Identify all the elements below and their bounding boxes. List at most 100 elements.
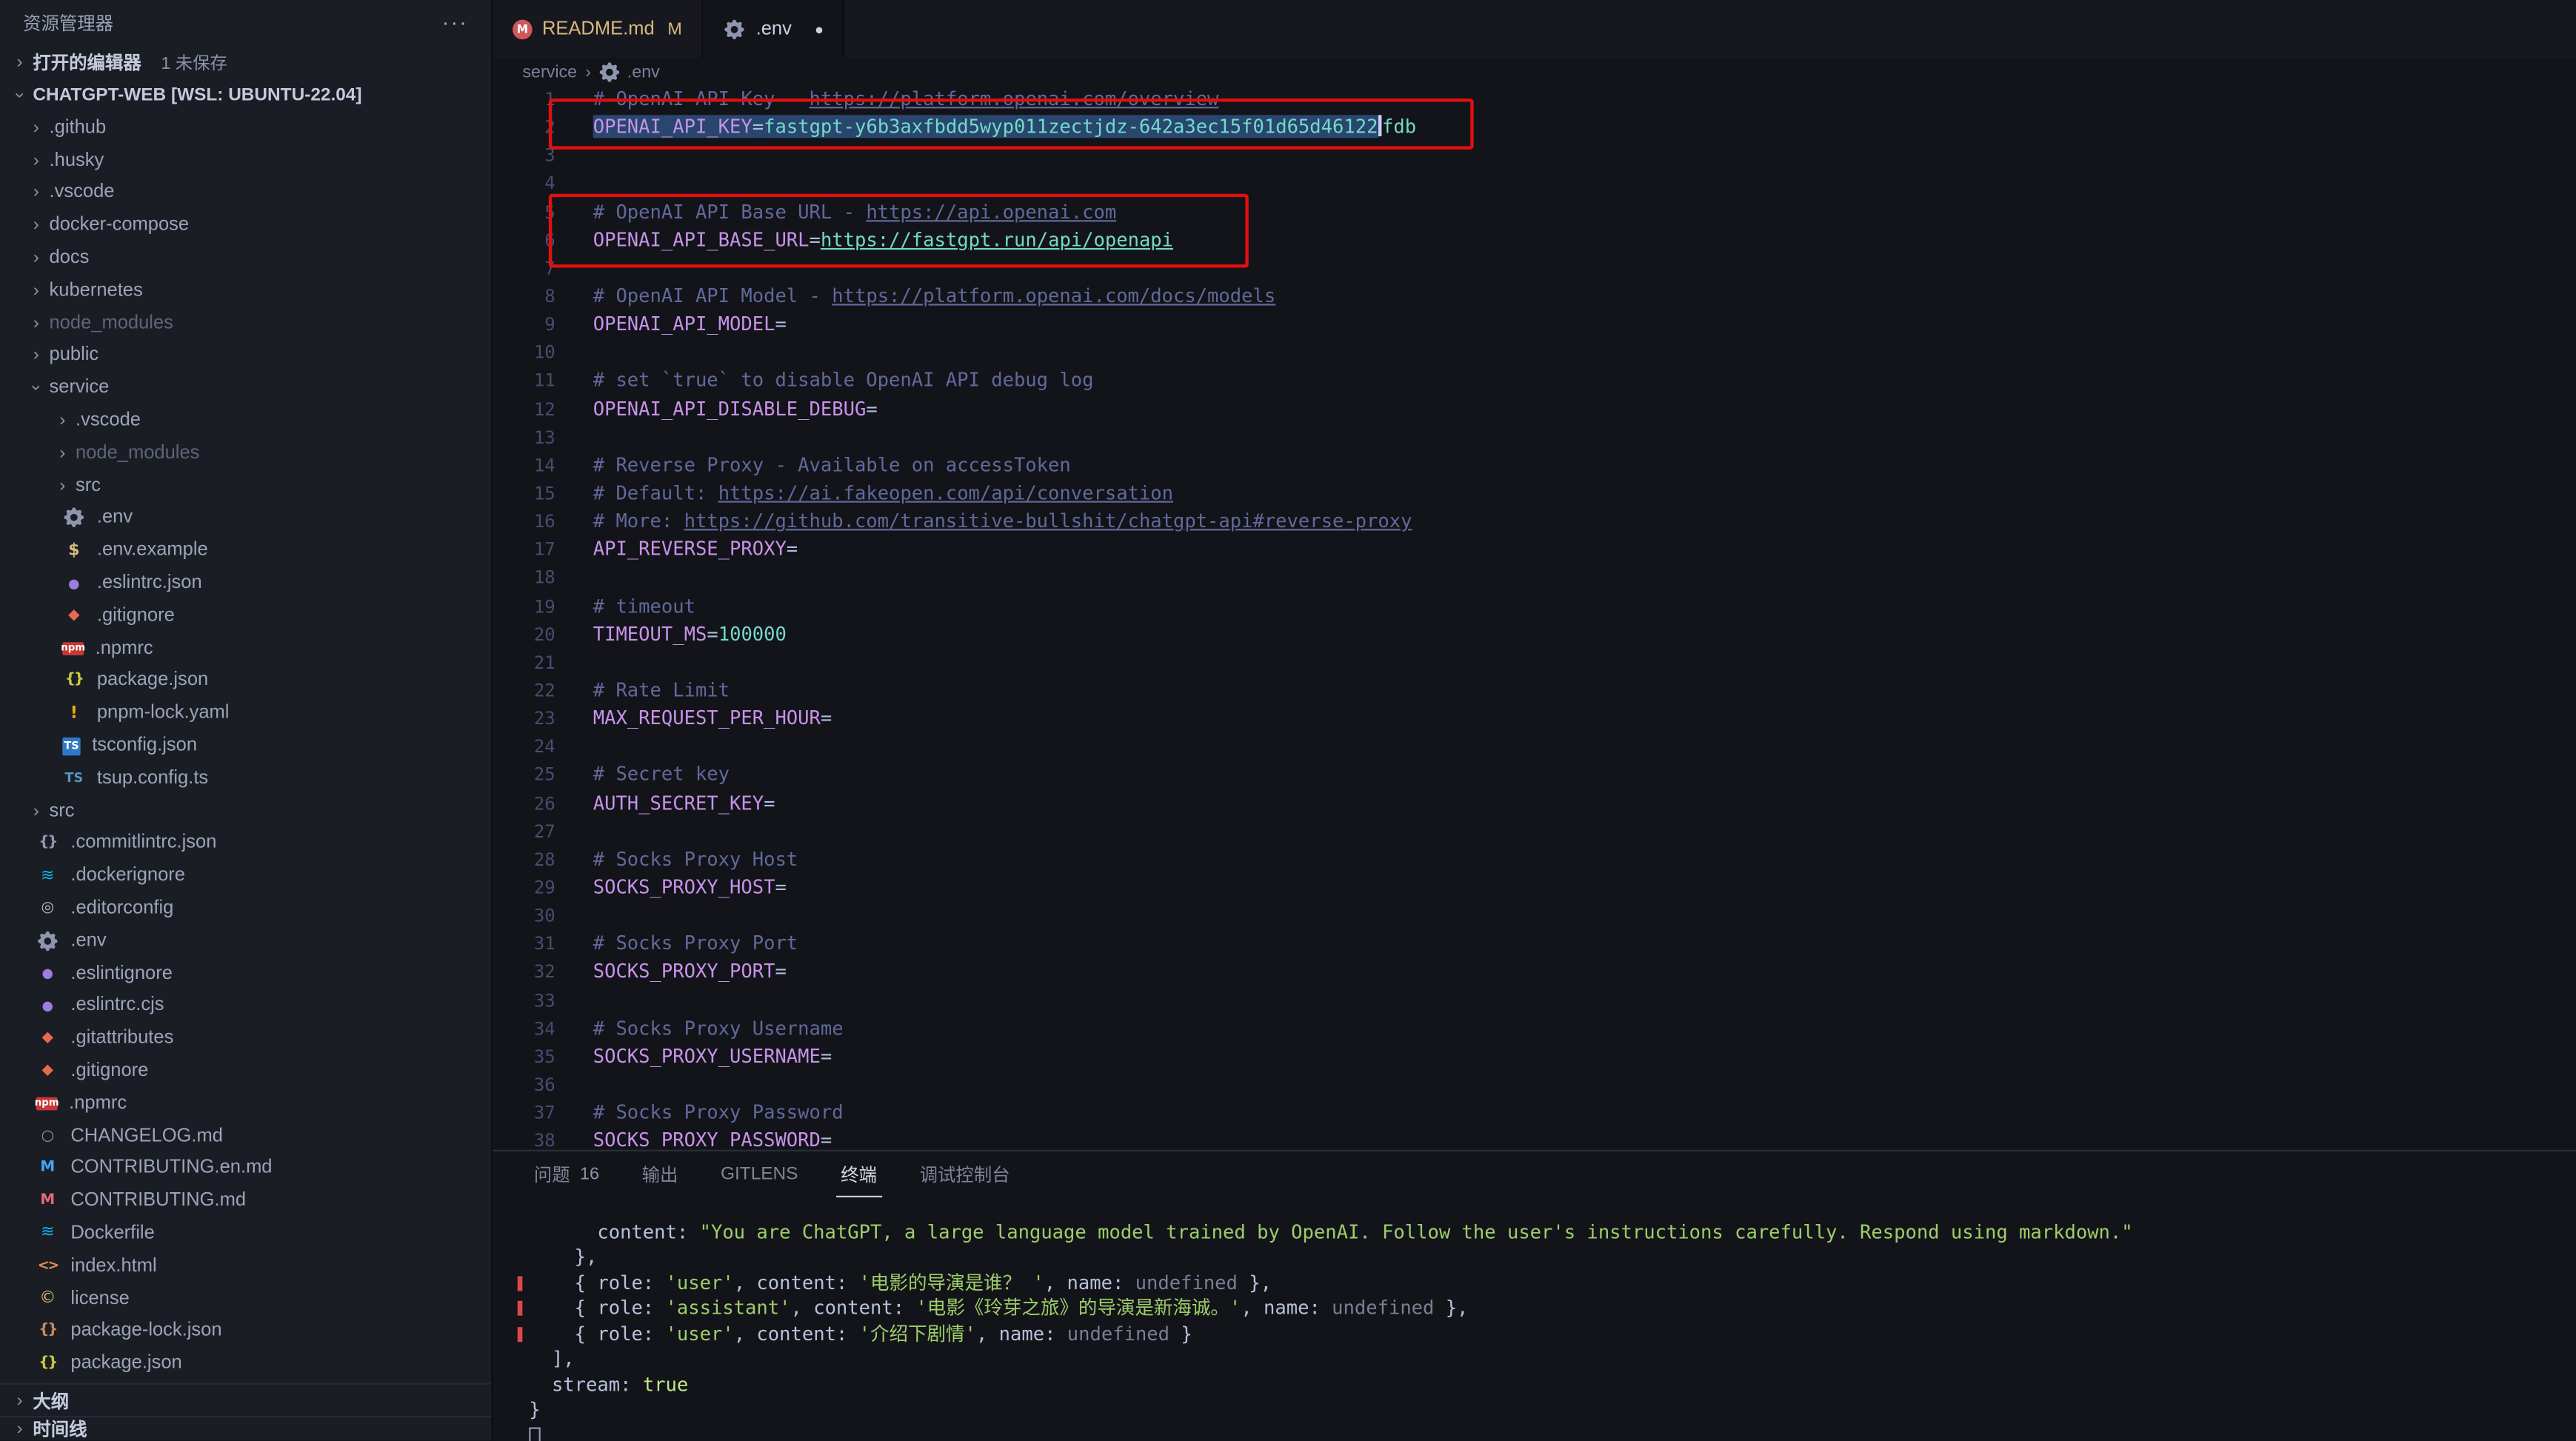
git-icon: ◆ (36, 1060, 59, 1083)
unsaved-dot-icon[interactable]: ● (815, 21, 824, 37)
open-editors-section[interactable]: › 打开的编辑器 1 未保存 (0, 46, 491, 78)
chevron-right-icon: › (26, 215, 46, 235)
code-line-29[interactable]: 29SOCKS_PROXY_HOST= (493, 874, 2576, 902)
code-line-18[interactable]: 18 (493, 564, 2576, 592)
tree-file-index.html[interactable]: <>index.html (0, 1250, 491, 1283)
tree-file-pnpm-lock.yaml[interactable]: !pnpm-lock.yaml (0, 697, 491, 729)
chevron-right-icon: › (26, 150, 46, 170)
breadcrumb-file[interactable]: .env (627, 61, 660, 81)
tree-folder-public[interactable]: ›public (0, 339, 491, 372)
panel-tab-gitlens[interactable]: GITLENS (715, 1151, 803, 1197)
tree-folder-docs[interactable]: ›docs (0, 241, 491, 274)
code-line-13[interactable]: 13 (493, 424, 2576, 452)
code-line-9[interactable]: 9OPENAI_API_MODEL= (493, 310, 2576, 338)
code-line-35[interactable]: 35SOCKS_PROXY_USERNAME= (493, 1043, 2576, 1071)
code-line-19[interactable]: 19# timeout (493, 592, 2576, 621)
tree-file-tsconfig.json[interactable]: TStsconfig.json (0, 729, 491, 762)
tab-env[interactable]: .env ● (704, 0, 845, 58)
tree-file-.npmrc[interactable]: npm.npmrc (0, 632, 491, 664)
tree-file-.dockerignore[interactable]: ≋.dockerignore (0, 860, 491, 892)
code-line-23[interactable]: 23MAX_REQUEST_PER_HOUR= (493, 705, 2576, 733)
tree-folder-node_modules[interactable]: ›node_modules (0, 437, 491, 469)
tree-folder-.github[interactable]: ›.github (0, 112, 491, 144)
tree-file-.gitignore[interactable]: ◆.gitignore (0, 600, 491, 632)
tree-folder-kubernetes[interactable]: ›kubernetes (0, 274, 491, 307)
tree-folder-.husky[interactable]: ›.husky (0, 144, 491, 177)
root-folder-section[interactable]: › CHATGPT-WEB [WSL: UBUNTU-22.04] (0, 78, 491, 111)
code-line-32[interactable]: 32SOCKS_PROXY_PORT= (493, 958, 2576, 986)
terminal[interactable]: content: "You are ChatGPT, a large langu… (493, 1197, 2576, 1441)
code-line-33[interactable]: 33 (493, 986, 2576, 1014)
tree-file-.gitattributes[interactable]: ◆.gitattributes (0, 1022, 491, 1054)
chevron-right-icon: › (26, 801, 46, 821)
tree-folder-docker-compose[interactable]: ›docker-compose (0, 210, 491, 242)
tree-folder-.vscode[interactable]: ›.vscode (0, 177, 491, 210)
timeline-section[interactable]: › 时间线 (0, 1416, 491, 1440)
code-line-17[interactable]: 17API_REVERSE_PROXY= (493, 536, 2576, 564)
git-icon: ◆ (36, 1027, 59, 1050)
code-line-22[interactable]: 22# Rate Limit (493, 677, 2576, 705)
code-line-24[interactable]: 24 (493, 733, 2576, 761)
tree-folder-service[interactable]: ›service (0, 372, 491, 404)
code-line-25[interactable]: 25# Secret key (493, 761, 2576, 789)
code-line-38[interactable]: 38SOCKS_PROXY_PASSWORD= (493, 1127, 2576, 1150)
tree-folder-src[interactable]: ›src (0, 469, 491, 502)
line-number: 18 (493, 564, 555, 592)
tree-file-package.json[interactable]: {}package.json (0, 664, 491, 697)
tree-file-Dockerfile[interactable]: ≋Dockerfile (0, 1217, 491, 1250)
line-number: 24 (493, 733, 555, 761)
tree-file-.gitignore[interactable]: ◆.gitignore (0, 1054, 491, 1087)
code-line-12[interactable]: 12OPENAI_API_DISABLE_DEBUG= (493, 395, 2576, 424)
tree-folder-src[interactable]: ›src (0, 795, 491, 827)
code-line-26[interactable]: 26AUTH_SECRET_KEY= (493, 789, 2576, 818)
breadcrumb-folder[interactable]: service (522, 61, 577, 81)
code-line-15[interactable]: 15# Default: https://ai.fakeopen.com/api… (493, 480, 2576, 508)
tree-file-.eslintrc.json[interactable]: ●.eslintrc.json (0, 567, 491, 600)
json-icon: {} (36, 832, 59, 855)
line-number: 7 (493, 254, 555, 282)
tree-file-.editorconfig[interactable]: ◎.editorconfig (0, 892, 491, 925)
panel-tab-problems[interactable]: 问题16 (529, 1151, 604, 1197)
code-line-14[interactable]: 14# Reverse Proxy - Available on accessT… (493, 452, 2576, 480)
code-line-11[interactable]: 11# set `true` to disable OpenAI API deb… (493, 367, 2576, 395)
tree-file-package.json[interactable]: {}package.json (0, 1347, 491, 1380)
panel-tab-terminal[interactable]: 终端 (835, 1151, 881, 1197)
line-number: 8 (493, 282, 555, 310)
code-line-16[interactable]: 16# More: https://github.com/transitive-… (493, 508, 2576, 536)
code-line-36[interactable]: 36 (493, 1071, 2576, 1099)
code-line-20[interactable]: 20TIMEOUT_MS=100000 (493, 621, 2576, 649)
code-line-27[interactable]: 27 (493, 818, 2576, 846)
code-editor[interactable]: 1# OpenAI API Key - https://platform.ope… (493, 85, 2576, 1149)
code-line-8[interactable]: 8# OpenAI API Model - https://platform.o… (493, 282, 2576, 310)
panel-tab-output[interactable]: 输出 (637, 1151, 683, 1197)
code-line-37[interactable]: 37# Socks Proxy Password (493, 1099, 2576, 1127)
code-line-28[interactable]: 28# Socks Proxy Host (493, 846, 2576, 874)
terminal-line: { role: 'assistant', content: '电影《玲芽之旅》的… (529, 1297, 2576, 1322)
tree-file-.commitlintrc.json[interactable]: {}.commitlintrc.json (0, 827, 491, 860)
tree-file-CONTRIBUTING.md[interactable]: MCONTRIBUTING.md (0, 1185, 491, 1217)
tree-file-.env[interactable]: .env (0, 502, 491, 535)
more-actions-icon[interactable]: ··· (442, 15, 468, 31)
outline-section[interactable]: › 大纲 (0, 1383, 491, 1416)
code-line-30[interactable]: 30 (493, 902, 2576, 930)
line-number: 27 (493, 818, 555, 846)
tree-file-.npmrc[interactable]: npm.npmrc (0, 1087, 491, 1120)
tree-file-package-lock.json[interactable]: {}package-lock.json (0, 1315, 491, 1348)
panel-tab-debug-console[interactable]: 调试控制台 (915, 1151, 1015, 1197)
code-line-10[interactable]: 10 (493, 339, 2576, 367)
code-line-34[interactable]: 34# Socks Proxy Username (493, 1014, 2576, 1043)
code-line-31[interactable]: 31# Socks Proxy Port (493, 930, 2576, 958)
tree-file-.eslintrc.cjs[interactable]: ●.eslintrc.cjs (0, 989, 491, 1022)
tree-file-.env[interactable]: .env (0, 925, 491, 957)
tree-file-.env.example[interactable]: $.env.example (0, 535, 491, 567)
tree-file-CONTRIBUTING.en.md[interactable]: MCONTRIBUTING.en.md (0, 1152, 491, 1185)
tab-readme[interactable]: M README.md M (493, 0, 703, 58)
tree-folder-node_modules[interactable]: ›node_modules (0, 307, 491, 339)
tree-folder-.vscode[interactable]: ›.vscode (0, 404, 491, 437)
code-line-21[interactable]: 21 (493, 649, 2576, 677)
tree-file-license[interactable]: ©license (0, 1283, 491, 1315)
tree-file-CHANGELOG.md[interactable]: ○CHANGELOG.md (0, 1120, 491, 1152)
tree-file-.eslintignore[interactable]: ●.eslintignore (0, 957, 491, 990)
tab-label: README.md (542, 19, 655, 39)
tree-file-tsup.config.ts[interactable]: TStsup.config.ts (0, 762, 491, 795)
